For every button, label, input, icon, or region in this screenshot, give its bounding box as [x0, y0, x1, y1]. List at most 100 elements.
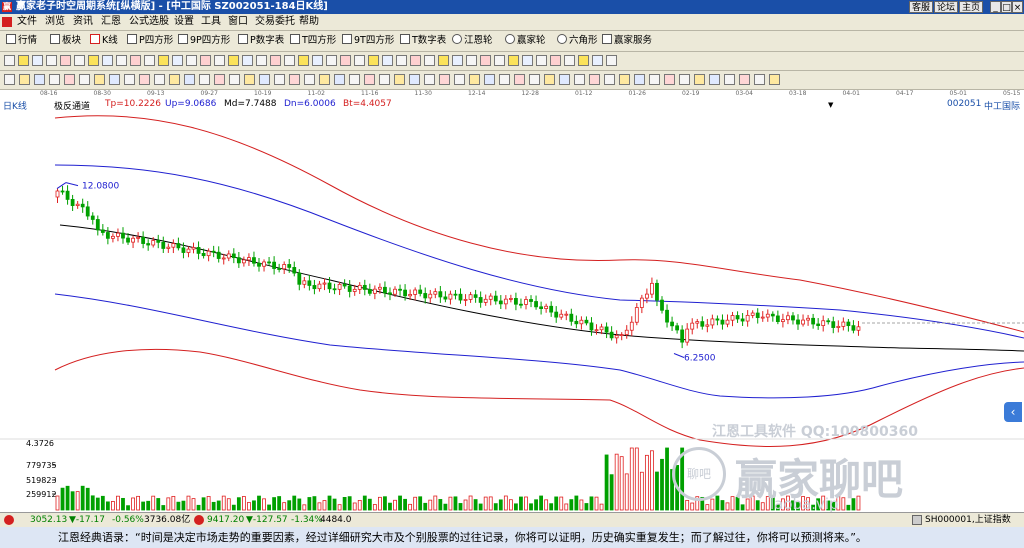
tool-icon-29[interactable]: [396, 55, 407, 66]
tool-icon-15[interactable]: [200, 55, 211, 66]
tool-icon-6[interactable]: [74, 55, 85, 66]
tool-icon-5[interactable]: [64, 74, 75, 85]
tool-icon-22[interactable]: [319, 74, 330, 85]
tool-icon-41[interactable]: [564, 55, 575, 66]
tool-icon-47[interactable]: [694, 74, 705, 85]
menu-tools[interactable]: 工具: [201, 15, 221, 29]
tool-icon-39[interactable]: [574, 74, 585, 85]
tool-icon-32[interactable]: [469, 74, 480, 85]
tool-icon-37[interactable]: [508, 55, 519, 66]
tool-icon-13[interactable]: [172, 55, 183, 66]
tool-icon-17[interactable]: [244, 74, 255, 85]
quotes-button[interactable]: 行情: [6, 34, 37, 48]
tool-icon-25[interactable]: [364, 74, 375, 85]
tool-icon-31[interactable]: [454, 74, 465, 85]
tool-icon-48[interactable]: [709, 74, 720, 85]
tool-icon-16[interactable]: [214, 55, 225, 66]
tool-icon-34[interactable]: [466, 55, 477, 66]
tool-icon-7[interactable]: [94, 74, 105, 85]
tool-icon-12[interactable]: [158, 55, 169, 66]
tool-icon-26[interactable]: [379, 74, 390, 85]
tool-icon-43[interactable]: [592, 55, 603, 66]
tool-icon-19[interactable]: [256, 55, 267, 66]
side-panel-toggle[interactable]: ‹: [1004, 402, 1022, 422]
tool-icon-50[interactable]: [739, 74, 750, 85]
tool-icon-11[interactable]: [154, 74, 165, 85]
winner-wheel-button[interactable]: 赢家轮: [505, 34, 546, 48]
tool-icon-52[interactable]: [769, 74, 780, 85]
tool-icon-45[interactable]: [664, 74, 675, 85]
tool-icon-7[interactable]: [88, 55, 99, 66]
tool-icon-49[interactable]: [724, 74, 735, 85]
tool-icon-21[interactable]: [284, 55, 295, 66]
tool-icon-33[interactable]: [484, 74, 495, 85]
tool-icon-44[interactable]: [649, 74, 660, 85]
tool-icon-9[interactable]: [124, 74, 135, 85]
tool-icon-12[interactable]: [169, 74, 180, 85]
tool-icon-20[interactable]: [270, 55, 281, 66]
menu-browse[interactable]: 浏览: [45, 15, 65, 29]
tool-icon-4[interactable]: [46, 55, 57, 66]
t-square-button[interactable]: T四方形: [290, 34, 336, 48]
winner-service-button[interactable]: 赢家服务: [602, 34, 652, 48]
tool-icon-32[interactable]: [438, 55, 449, 66]
tool-icon-24[interactable]: [349, 74, 360, 85]
kline-button[interactable]: K线: [90, 34, 118, 48]
tool-icon-1[interactable]: [4, 74, 15, 85]
tool-icon-51[interactable]: [754, 74, 765, 85]
tool-icon-16[interactable]: [229, 74, 240, 85]
tool-icon-38[interactable]: [522, 55, 533, 66]
9t-square-button[interactable]: 9T四方形: [342, 34, 394, 48]
tool-icon-19[interactable]: [274, 74, 285, 85]
tool-icon-36[interactable]: [494, 55, 505, 66]
menu-settings[interactable]: 设置: [174, 15, 194, 29]
tool-icon-22[interactable]: [298, 55, 309, 66]
tool-icon-2[interactable]: [18, 55, 29, 66]
tool-icon-18[interactable]: [259, 74, 270, 85]
tool-icon-25[interactable]: [340, 55, 351, 66]
t-number-table-button[interactable]: T数字表: [400, 34, 446, 48]
tool-icon-39[interactable]: [536, 55, 547, 66]
tool-icon-37[interactable]: [544, 74, 555, 85]
tool-icon-11[interactable]: [144, 55, 155, 66]
tool-icon-3[interactable]: [34, 74, 45, 85]
9p-square-button[interactable]: 9P四方形: [178, 34, 230, 48]
menu-info[interactable]: 资讯: [73, 15, 93, 29]
tool-icon-2[interactable]: [19, 74, 30, 85]
tool-icon-36[interactable]: [529, 74, 540, 85]
tool-icon-13[interactable]: [184, 74, 195, 85]
tool-icon-9[interactable]: [116, 55, 127, 66]
tool-icon-8[interactable]: [109, 74, 120, 85]
tool-icon-42[interactable]: [578, 55, 589, 66]
tool-icon-43[interactable]: [634, 74, 645, 85]
sh-index-value[interactable]: 3052.13: [30, 513, 67, 527]
forum-button[interactable]: 论坛: [934, 1, 958, 13]
tool-icon-26[interactable]: [354, 55, 365, 66]
tool-icon-8[interactable]: [102, 55, 113, 66]
sector-button[interactable]: 板块: [50, 34, 81, 48]
tool-icon-14[interactable]: [186, 55, 197, 66]
minimize-button[interactable]: _: [990, 1, 1001, 13]
tool-icon-24[interactable]: [326, 55, 337, 66]
tool-icon-17[interactable]: [228, 55, 239, 66]
tool-icon-35[interactable]: [514, 74, 525, 85]
tool-icon-4[interactable]: [49, 74, 60, 85]
tool-icon-18[interactable]: [242, 55, 253, 66]
tool-icon-46[interactable]: [679, 74, 690, 85]
tool-icon-14[interactable]: [199, 74, 210, 85]
menu-help[interactable]: 帮助: [299, 15, 319, 29]
tool-icon-5[interactable]: [60, 55, 71, 66]
dropdown-arrow-icon[interactable]: ▼: [828, 101, 833, 109]
tool-icon-28[interactable]: [382, 55, 393, 66]
tool-icon-20[interactable]: [289, 74, 300, 85]
tool-icon-41[interactable]: [604, 74, 615, 85]
tool-icon-30[interactable]: [439, 74, 450, 85]
tool-icon-15[interactable]: [214, 74, 225, 85]
tool-icon-35[interactable]: [480, 55, 491, 66]
tool-icon-1[interactable]: [4, 55, 15, 66]
tool-icon-29[interactable]: [424, 74, 435, 85]
menu-file[interactable]: 文件: [17, 15, 37, 29]
p-number-table-button[interactable]: P数字表: [238, 34, 284, 48]
tool-icon-10[interactable]: [139, 74, 150, 85]
tool-icon-33[interactable]: [452, 55, 463, 66]
